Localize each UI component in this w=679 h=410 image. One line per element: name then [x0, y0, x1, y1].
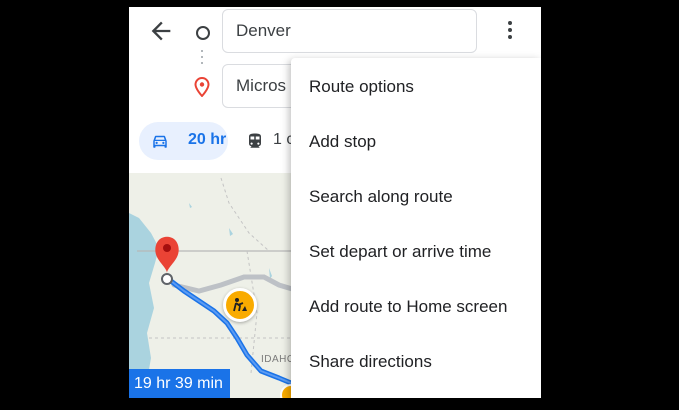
- more-options-icon[interactable]: [506, 21, 514, 41]
- menu-item-search-along-route[interactable]: Search along route: [291, 168, 541, 223]
- route-dots-icon: [201, 50, 203, 70]
- destination-pin-icon: [194, 76, 210, 98]
- route-duration-badge[interactable]: 19 hr 39 min: [129, 369, 230, 398]
- phone-screen: Denver Micros 20 hr 1 c IDAHO 19 hr 39 m…: [129, 7, 541, 398]
- origin-circle-icon: [196, 26, 210, 40]
- menu-item-add-to-home[interactable]: Add route to Home screen: [291, 278, 541, 333]
- menu-item-add-stop[interactable]: Add stop: [291, 113, 541, 168]
- construction-icon[interactable]: [223, 288, 257, 322]
- overflow-menu: Route options Add stop Search along rout…: [291, 58, 541, 398]
- car-icon: [153, 135, 167, 148]
- menu-item-set-depart-time[interactable]: Set depart or arrive time: [291, 223, 541, 278]
- back-arrow-icon[interactable]: [147, 17, 175, 45]
- origin-input[interactable]: Denver: [222, 9, 477, 53]
- menu-item-route-options[interactable]: Route options: [291, 58, 541, 113]
- drive-time-label: 20 hr: [188, 131, 227, 148]
- menu-item-share-directions[interactable]: Share directions: [291, 333, 541, 388]
- train-icon: [249, 133, 261, 148]
- tab-drive[interactable]: 20 hr: [139, 122, 228, 160]
